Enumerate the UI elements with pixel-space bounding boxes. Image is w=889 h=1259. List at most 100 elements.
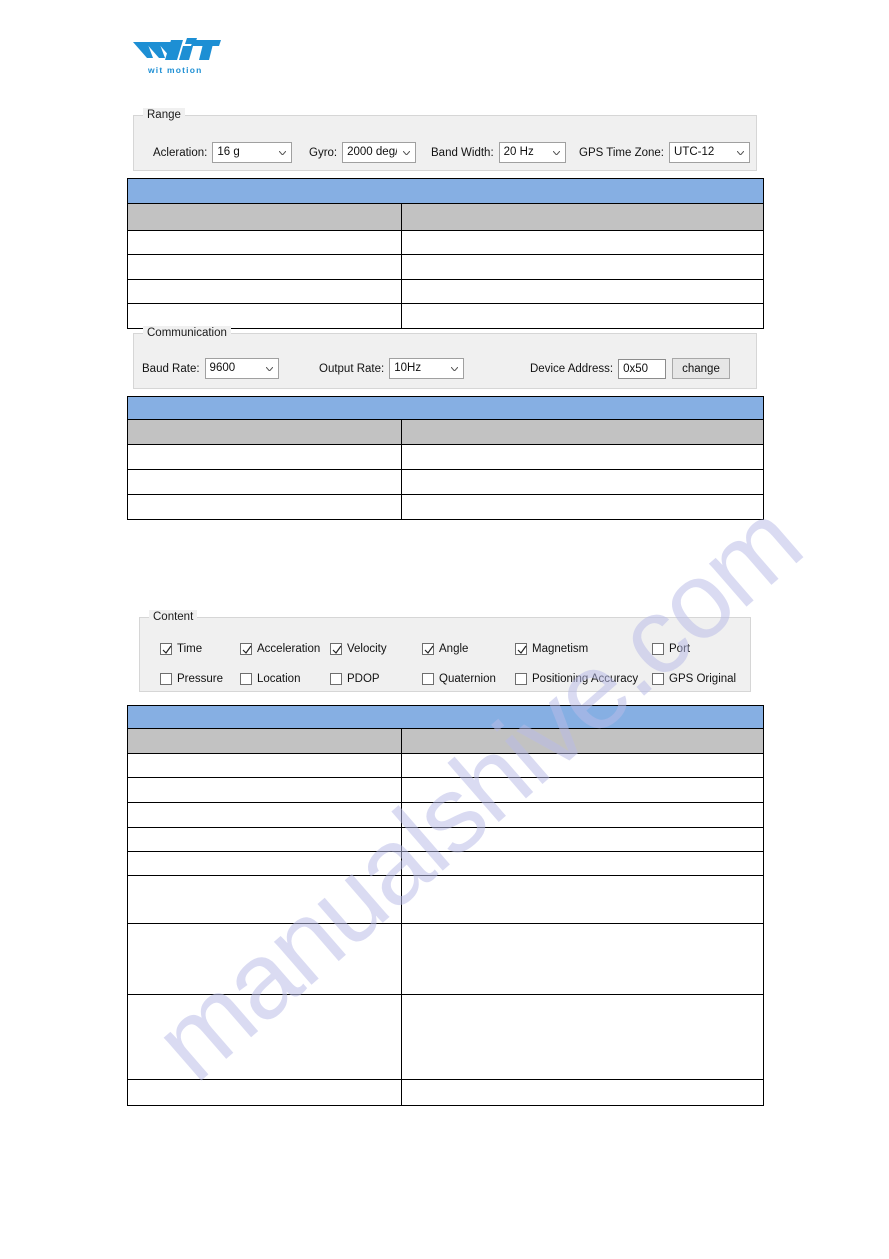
- gps-time-zone-select[interactable]: UTC-12: [669, 142, 751, 163]
- checkbox-acceleration[interactable]: Acceleration: [240, 643, 320, 655]
- checkbox-icon: [160, 673, 172, 685]
- table-cell: [401, 469, 764, 495]
- checkbox-icon: [330, 643, 342, 655]
- checkbox-location[interactable]: Location: [240, 673, 300, 685]
- table-cell: [127, 923, 402, 995]
- table-cell: [127, 827, 402, 852]
- checkbox-label: PDOP: [347, 673, 380, 685]
- range-panel-title: Range: [143, 108, 185, 122]
- table-header-row: [127, 705, 764, 729]
- table-cell: [401, 753, 764, 778]
- table-cell: [127, 230, 402, 255]
- gyro-select[interactable]: 2000 deg/s: [342, 142, 417, 163]
- check-icon: [424, 645, 434, 654]
- table-cell: [127, 444, 402, 470]
- output-rate-select[interactable]: 10Hz: [389, 358, 465, 379]
- output-rate-field-row: Output Rate: 10Hz: [319, 358, 465, 379]
- table-header-cell: [127, 178, 764, 204]
- table-cell: [127, 875, 402, 924]
- checkbox-icon: [422, 673, 434, 685]
- table-row: [127, 1079, 764, 1106]
- checkbox-icon: [515, 673, 527, 685]
- checkbox-angle[interactable]: Angle: [422, 643, 468, 655]
- table-cell: [401, 254, 764, 280]
- gyro-field-row: Gyro: 2000 deg/s: [309, 142, 417, 163]
- device-address-field-row: Device Address: 0x50 change: [530, 358, 730, 379]
- band-width-select[interactable]: 20 Hz: [498, 142, 566, 163]
- checkbox-icon: [240, 673, 252, 685]
- checkbox-quaternion[interactable]: Quaternion: [422, 673, 496, 685]
- table-header-row: [127, 396, 764, 420]
- check-icon: [242, 645, 252, 654]
- table-row: [127, 802, 764, 828]
- check-icon: [162, 645, 172, 654]
- checkbox-velocity[interactable]: Velocity: [330, 643, 387, 655]
- table-cell: [401, 230, 764, 255]
- checkbox-icon: [515, 643, 527, 655]
- table-cell: [401, 444, 764, 470]
- logo-tagline: wit motion: [148, 65, 203, 75]
- chevron-down-icon: [403, 150, 411, 155]
- table-row: [127, 494, 764, 520]
- checkbox-port[interactable]: Port: [652, 643, 690, 655]
- table-cell: [127, 1079, 402, 1106]
- checkbox-gps-original[interactable]: GPS Original: [652, 673, 736, 685]
- table-cell: [401, 279, 764, 304]
- baud-rate-value: 9600: [209, 362, 236, 374]
- checkbox-magnetism[interactable]: Magnetism: [515, 643, 588, 655]
- table-header-row: [127, 178, 764, 204]
- table-row: [127, 279, 764, 304]
- table-subheader-cell: [127, 203, 402, 231]
- device-address-label: Device Address:: [530, 362, 614, 375]
- table-row: [127, 303, 764, 329]
- range-panel: Range Acleration: 16 g Gyro: 2000 deg/s …: [133, 108, 757, 171]
- checkbox-label: GPS Original: [669, 673, 737, 685]
- checkbox-label: Location: [257, 673, 301, 685]
- checkbox-icon: [422, 643, 434, 655]
- table-cell: [127, 279, 402, 304]
- check-icon: [517, 645, 527, 654]
- device-address-input[interactable]: 0x50: [618, 358, 667, 379]
- checkbox-icon: [240, 643, 252, 655]
- gyro-value: 2000 deg/s: [347, 146, 397, 158]
- checkbox-positioning-accuracy[interactable]: Positioning Accuracy: [515, 673, 638, 685]
- band-width-value: 20 Hz: [503, 146, 534, 158]
- checkbox-time[interactable]: Time: [160, 643, 202, 655]
- acceleration-value: 16 g: [217, 146, 240, 158]
- table-row: [127, 753, 764, 778]
- table-subheader-row: [127, 728, 764, 754]
- wit-motion-logo: wit motion: [131, 38, 223, 82]
- table-row: [127, 851, 764, 876]
- baud-rate-label: Baud Rate:: [142, 362, 200, 375]
- table-subheader-cell: [401, 728, 764, 754]
- checkbox-icon: [652, 643, 664, 655]
- checkbox-label: Pressure: [177, 673, 224, 685]
- table-cell: [127, 802, 402, 828]
- checkbox-pdop[interactable]: PDOP: [330, 673, 380, 685]
- acceleration-field-row: Acleration: 16 g: [153, 142, 293, 163]
- checkbox-icon: [652, 673, 664, 685]
- band-width-field-row: Band Width: 20 Hz: [431, 142, 566, 163]
- table-subheader-row: [127, 203, 764, 231]
- table-cell: [401, 875, 764, 924]
- change-button[interactable]: change: [672, 358, 730, 379]
- checkbox-pressure[interactable]: Pressure: [160, 673, 223, 685]
- checkbox-icon: [330, 673, 342, 685]
- output-rate-value: 10Hz: [394, 362, 422, 374]
- table-row: [127, 923, 764, 995]
- table-subheader-cell: [127, 728, 402, 754]
- table-cell: [127, 777, 402, 803]
- baud-rate-select[interactable]: 9600: [204, 358, 279, 379]
- checkbox-label: Positioning Accuracy: [532, 673, 639, 685]
- table-cell: [401, 1079, 764, 1106]
- table-subheader-cell: [127, 419, 402, 445]
- table-subheader-row: [127, 419, 764, 445]
- table-row: [127, 875, 764, 924]
- table-cell: [127, 469, 402, 495]
- table-row: [127, 994, 764, 1080]
- gyro-label: Gyro:: [309, 146, 338, 159]
- checkbox-label: Angle: [439, 643, 469, 655]
- acceleration-select[interactable]: 16 g: [212, 142, 293, 163]
- communication-panel-title: Communication: [143, 326, 231, 340]
- table-row: [127, 444, 764, 470]
